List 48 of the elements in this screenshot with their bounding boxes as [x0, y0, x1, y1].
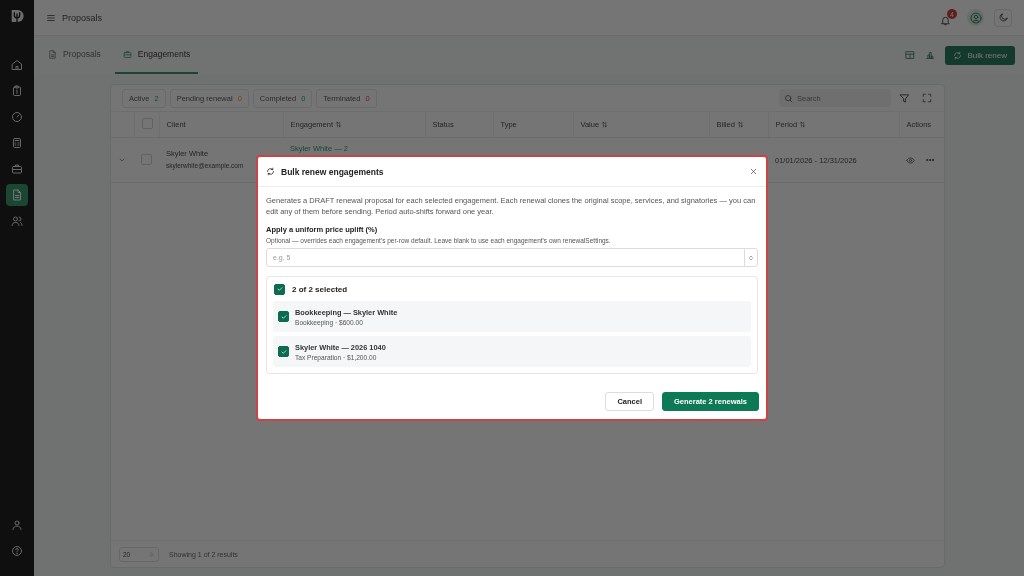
fullscreen-icon [922, 93, 932, 103]
refresh-icon [953, 50, 963, 60]
layout-icon [905, 50, 916, 60]
document-icon [11, 189, 23, 201]
sidebar-item[interactable] [6, 184, 28, 206]
sort-icon [601, 121, 609, 128]
menu-button[interactable] [46, 12, 56, 23]
bulk-renew-button[interactable]: Bulk renew [945, 45, 1015, 65]
check-icon [279, 347, 288, 356]
checkbox[interactable] [278, 346, 289, 357]
eye-icon [906, 155, 915, 165]
help-icon [11, 545, 23, 557]
refresh-icon [266, 167, 275, 176]
tab[interactable]: Proposals [40, 36, 109, 74]
people-icon [11, 215, 23, 227]
briefcase-icon [122, 49, 132, 59]
menu-icon [46, 12, 56, 23]
clipboard-icon [11, 85, 23, 97]
tab[interactable]: Engagements [114, 36, 199, 74]
sort-icon [799, 121, 807, 128]
bar-chart-icon [925, 50, 936, 60]
search-icon [784, 93, 793, 103]
logo-icon [9, 8, 25, 24]
sort-icon [736, 121, 744, 128]
checkbox[interactable] [274, 283, 285, 295]
check-icon [275, 285, 284, 293]
moon-icon [997, 12, 1009, 23]
stepper-icon [747, 253, 755, 262]
briefcase-icon [11, 163, 23, 175]
bell-icon [940, 15, 951, 26]
avatar-icon [969, 11, 982, 24]
calculator-icon [11, 137, 23, 149]
selection-count: 2 of 2 selected [292, 284, 348, 294]
filter-icon [899, 92, 910, 104]
chevron-down-icon [118, 156, 126, 164]
close-icon [749, 167, 758, 176]
profile-button[interactable] [967, 9, 984, 26]
theme-toggle[interactable] [994, 8, 1012, 27]
close-button[interactable] [749, 167, 758, 176]
gauge-icon [11, 111, 23, 123]
sort-icon [335, 121, 343, 128]
checkbox[interactable] [278, 311, 289, 322]
dialog-title: Bulk renew engagements [281, 166, 384, 177]
document-icon [48, 49, 57, 59]
page-title: Proposals [62, 12, 103, 23]
check-icon [279, 312, 288, 321]
home-icon [11, 59, 23, 71]
user-icon [11, 519, 23, 531]
